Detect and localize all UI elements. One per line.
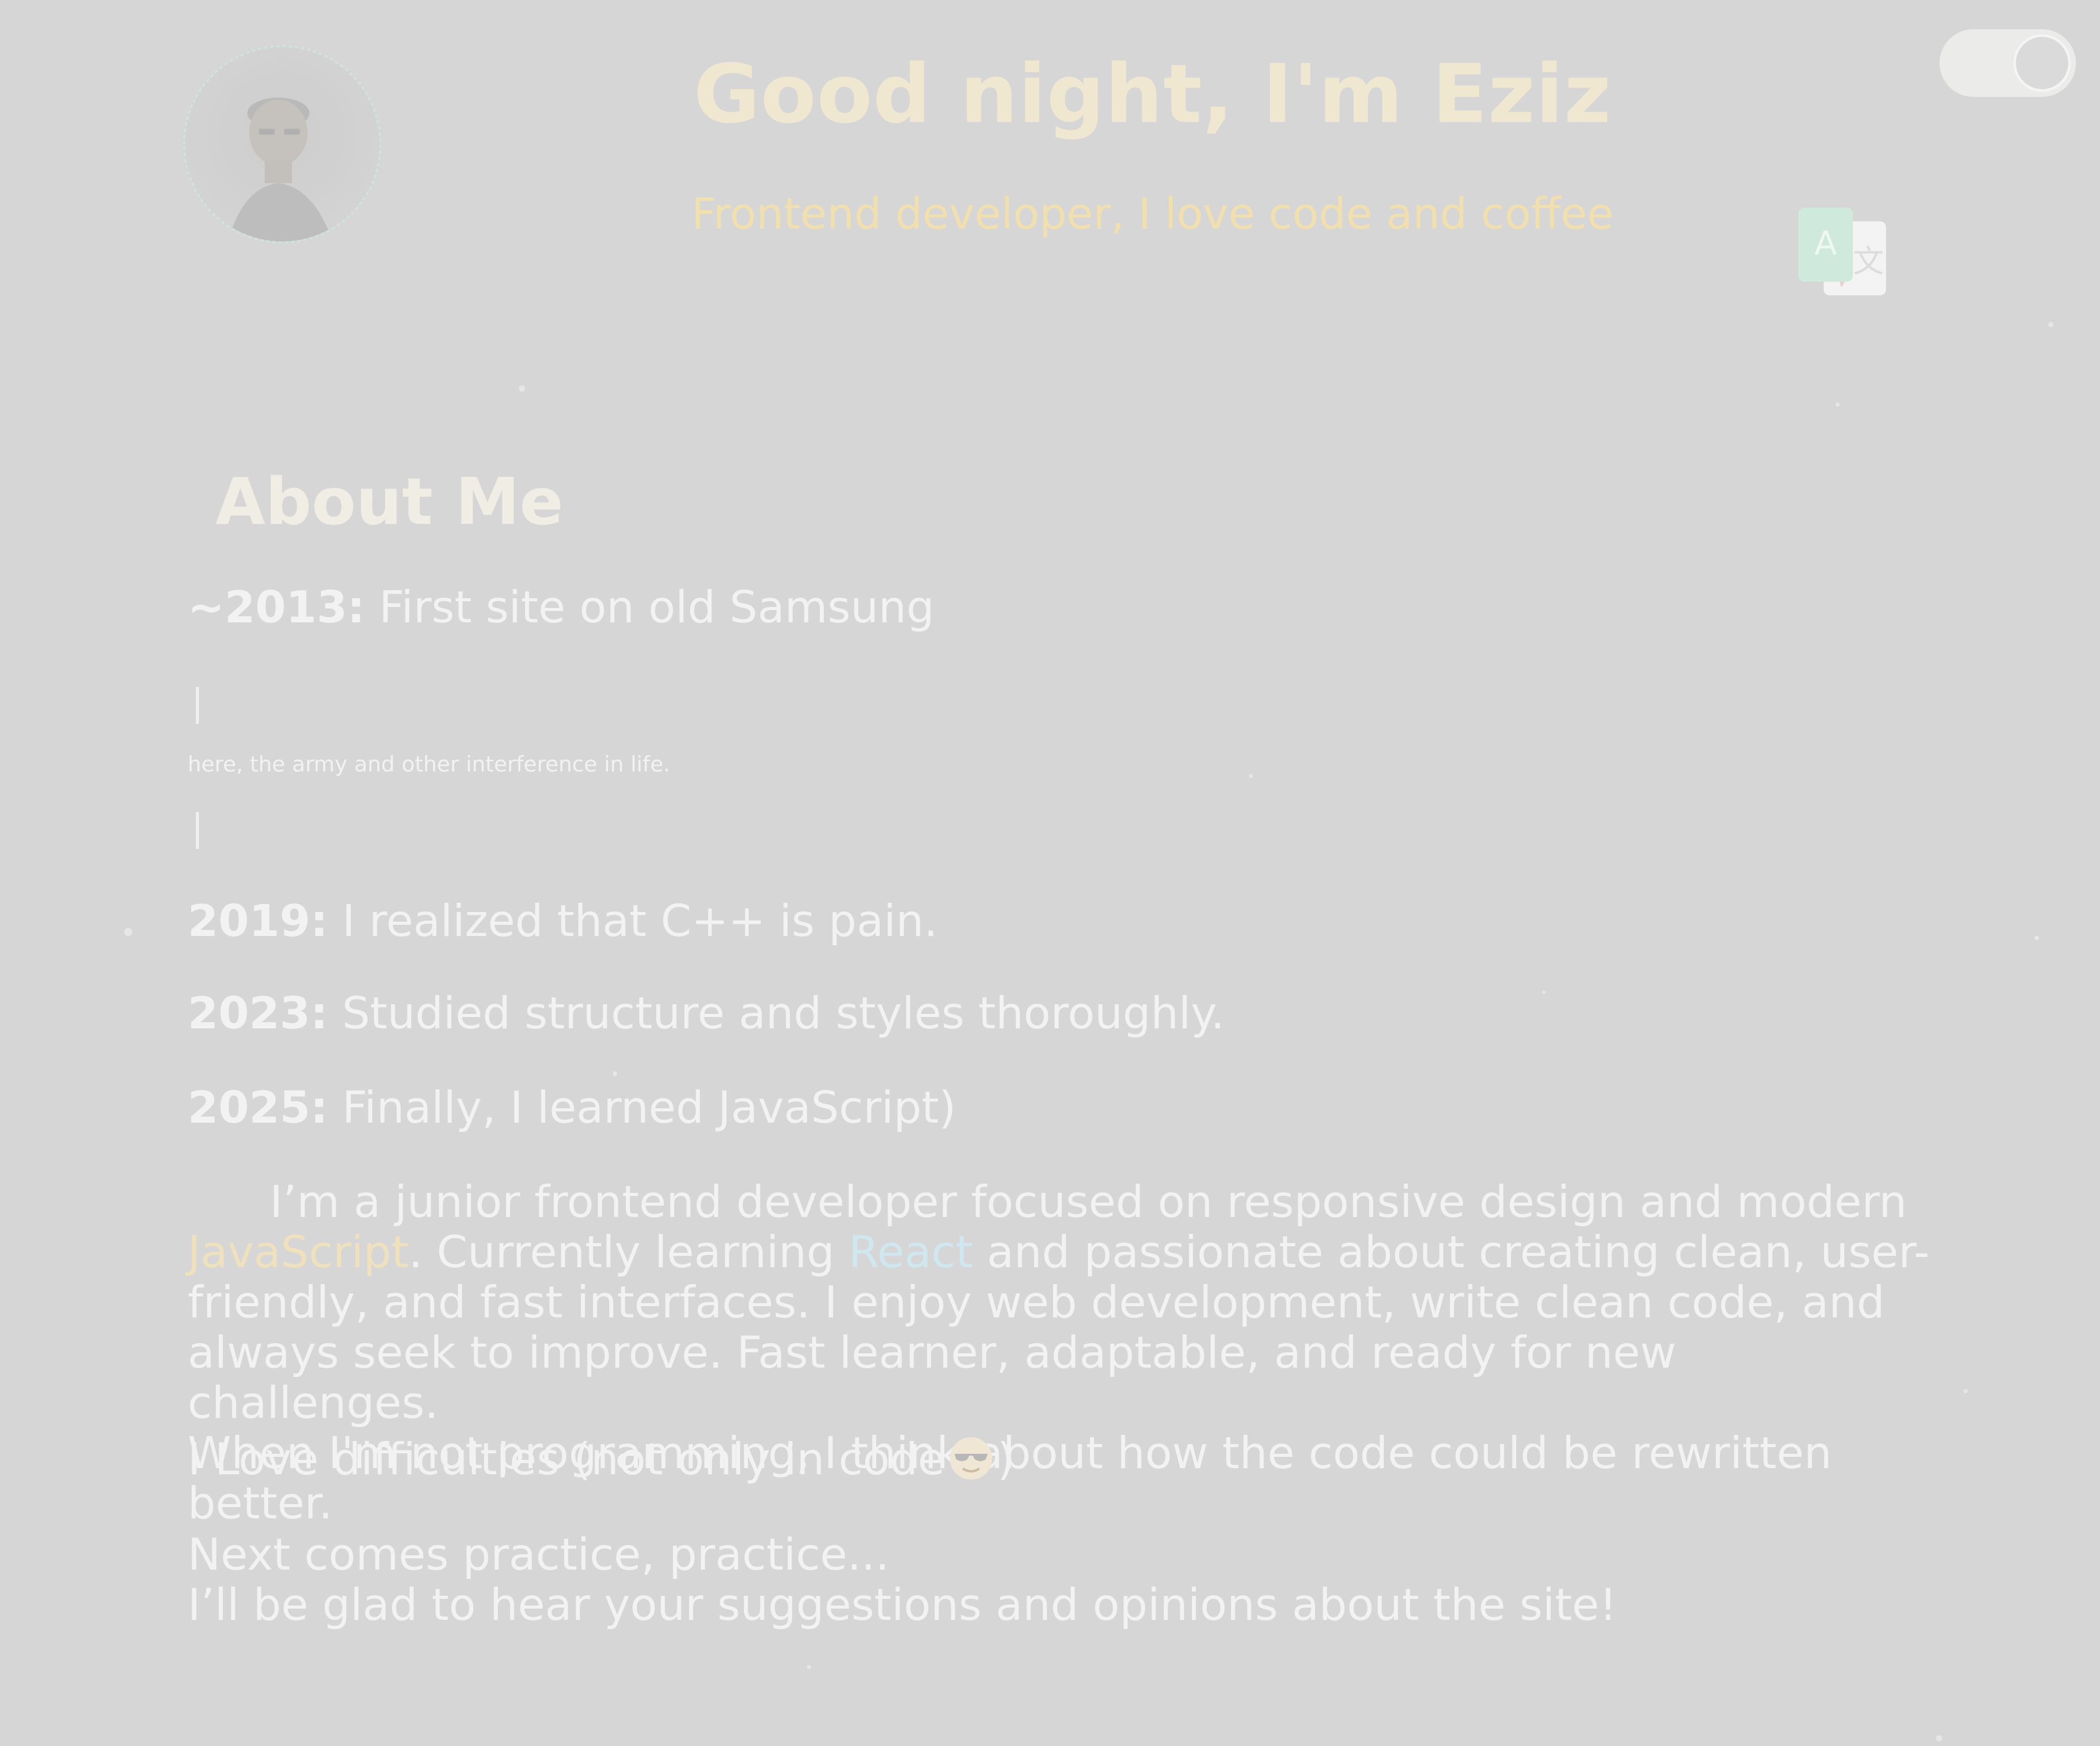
translate-icon: A 文: [1798, 208, 1886, 296]
timeline-year: 2019:: [188, 896, 328, 947]
timeline-text: First site on old Samsung: [365, 582, 935, 633]
timeline-divider: [196, 687, 199, 724]
particle-dot: [2048, 322, 2053, 327]
keyword-javascript: JavaScript: [188, 1227, 409, 1278]
particle-dot: [124, 928, 132, 936]
keyword-react: React: [849, 1227, 973, 1278]
toggle-knob-icon: [2013, 34, 2071, 92]
paragraph-text: I’m a junior frontend developer focused …: [270, 1176, 1907, 1228]
theme-toggle[interactable]: [1940, 29, 2076, 97]
paragraph-text: . Currently learning: [409, 1227, 849, 1278]
particle-dot: [519, 385, 525, 392]
timeline-divider: [196, 812, 199, 849]
timeline-note: here, the army and other interference in…: [188, 752, 671, 777]
page-title: Good night, I'm Eziz: [693, 47, 1612, 141]
timeline-item: 2019: I realized that C++ is pain.: [188, 896, 938, 947]
closing-text: Next comes practice, practice... I’ll be …: [188, 1530, 1617, 1630]
love-text: I Love difficulties (not only in code: [188, 1434, 945, 1485]
timeline-text: Finally, I learned JavaScript): [328, 1082, 956, 1133]
particle-dot: [1542, 990, 1546, 994]
timeline-item: 2025: Finally, I learned JavaScript): [188, 1082, 956, 1133]
timeline-item: ~2013: First site on old Samsung: [188, 582, 935, 633]
svg-text:A: A: [1814, 224, 1837, 262]
about-heading: About Me: [215, 464, 563, 539]
particle-dot: [1964, 1389, 1968, 1393]
timeline-year: 2023:: [188, 988, 328, 1039]
page-subtitle: Frontend developer, I love code and coff…: [691, 189, 1614, 239]
closing-line: I’ll be glad to hear your suggestions an…: [188, 1579, 1617, 1631]
timeline-year: ~2013:: [188, 582, 365, 633]
particle-dot: [807, 1665, 811, 1669]
love-line: I Love difficulties (not only in code): [188, 1434, 1015, 1485]
particle-dot: [613, 1071, 617, 1076]
particle-dot: [1936, 1735, 1942, 1741]
closing-line: Next comes practice, practice...: [188, 1529, 890, 1580]
love-text-close: ): [997, 1434, 1015, 1485]
particle-dot: [2034, 936, 2039, 940]
language-switch-button[interactable]: A 文: [1794, 202, 1892, 302]
timeline-item: 2023: Studied structure and styles thoro…: [188, 988, 1225, 1039]
particle-dot: [1249, 774, 1253, 778]
svg-text:文: 文: [1853, 244, 1884, 280]
sunglasses-emoji-icon: [948, 1435, 994, 1481]
timeline-text: I realized that C++ is pain.: [328, 896, 938, 947]
timeline-year: 2025:: [188, 1082, 328, 1133]
particle-dot: [1835, 402, 1840, 407]
timeline-text: Studied structure and styles thoroughly.: [328, 988, 1225, 1039]
